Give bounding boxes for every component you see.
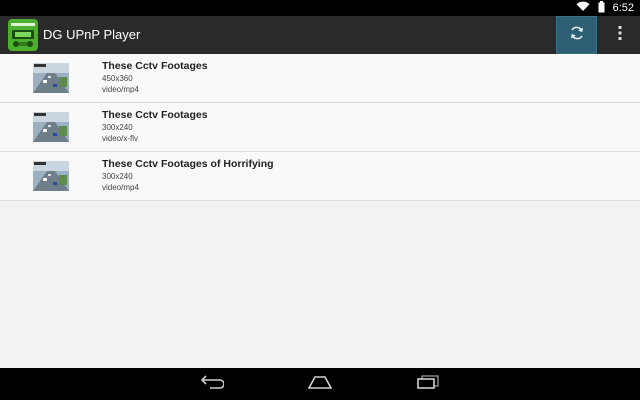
item-title: These Cctv Footages <box>102 109 208 121</box>
clock: 6:52 <box>612 2 634 14</box>
video-thumbnail <box>33 161 69 191</box>
item-mime-type: video/mp4 <box>102 85 139 94</box>
recent-apps-button[interactable] <box>398 368 458 400</box>
app-logo-icon[interactable] <box>8 19 38 51</box>
item-resolution: 300x240 <box>102 172 133 181</box>
wifi-icon <box>576 1 590 15</box>
item-title: These Cctv Footages of Horrifying <box>102 158 274 170</box>
action-bar: DG UPnP Player <box>0 16 640 54</box>
recent-apps-icon <box>416 374 440 394</box>
media-list: These Cctv Footages 450x360 video/mp4 Th… <box>0 54 640 201</box>
list-item[interactable]: These Cctv Footages of Horrifying 300x24… <box>0 152 640 201</box>
item-resolution: 300x240 <box>102 123 133 132</box>
video-thumbnail <box>33 112 69 142</box>
battery-icon <box>598 0 605 16</box>
home-button[interactable] <box>290 368 350 400</box>
overflow-menu-icon <box>618 25 622 46</box>
video-thumbnail <box>33 63 69 93</box>
item-title: These Cctv Footages <box>102 60 208 72</box>
navigation-bar <box>0 368 640 400</box>
overflow-menu-button[interactable] <box>605 16 635 54</box>
back-button[interactable] <box>182 368 242 400</box>
list-item[interactable]: These Cctv Footages 300x240 video/x-flv <box>0 103 640 152</box>
item-resolution: 450x360 <box>102 74 133 83</box>
home-icon <box>307 375 333 394</box>
refresh-icon <box>569 25 585 46</box>
item-mime-type: video/mp4 <box>102 183 139 192</box>
item-mime-type: video/x-flv <box>102 134 139 143</box>
back-icon <box>200 374 225 394</box>
status-bar: 6:52 <box>0 0 640 16</box>
list-item[interactable]: These Cctv Footages 450x360 video/mp4 <box>0 54 640 103</box>
refresh-button[interactable] <box>556 16 597 54</box>
app-title: DG UPnP Player <box>43 27 141 42</box>
